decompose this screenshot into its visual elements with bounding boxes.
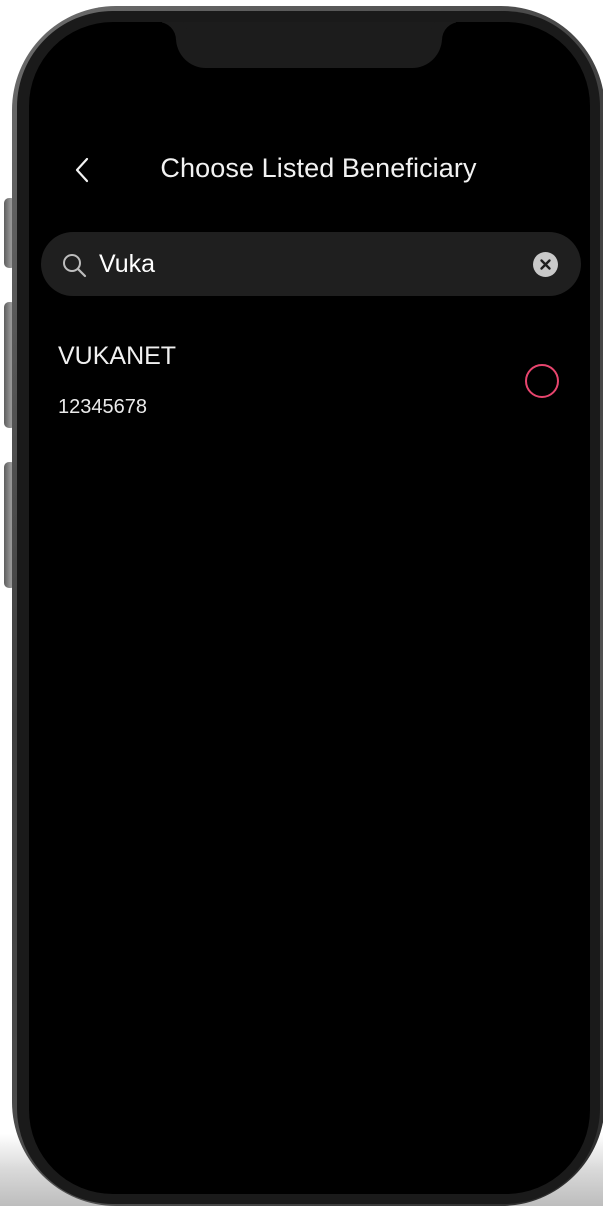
- search-icon: [63, 254, 87, 278]
- clear-search-button[interactable]: [533, 252, 558, 277]
- notch: [176, 22, 442, 68]
- page-title: Choose Listed Beneficiary: [160, 153, 477, 183]
- select-radio-button[interactable]: [525, 364, 559, 398]
- list-item[interactable]: VUKANET 12345678: [29, 332, 590, 432]
- search-bar[interactable]: [41, 232, 581, 296]
- clear-circle-icon: [540, 259, 551, 270]
- beneficiary-name: VUKANET: [58, 342, 177, 370]
- beneficiary-account-number: 12345678: [58, 396, 147, 418]
- search-input[interactable]: [99, 246, 499, 282]
- phone-screen: Choose Listed Beneficiary VUKANET 123456…: [29, 22, 590, 1194]
- device-mockup: Choose Listed Beneficiary VUKANET 123456…: [0, 0, 603, 1206]
